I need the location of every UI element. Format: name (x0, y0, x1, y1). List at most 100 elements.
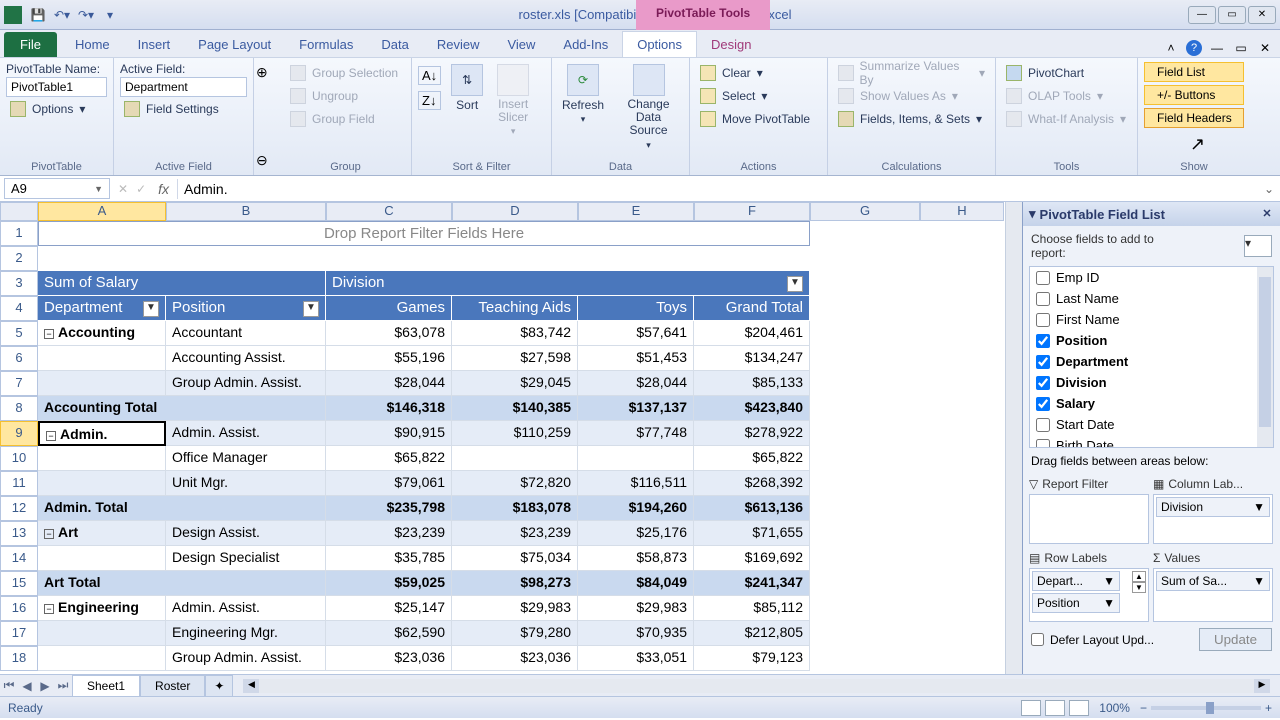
cell[interactable]: $83,742 (452, 321, 578, 346)
cell[interactable]: $116,511 (578, 471, 694, 496)
cancel-formula-icon[interactable]: ✕ (114, 182, 132, 196)
tab-data[interactable]: Data (367, 32, 422, 57)
cell[interactable]: $98,273 (452, 571, 578, 596)
cell[interactable]: $183,078 (452, 496, 578, 521)
field-checkbox[interactable] (1036, 313, 1050, 327)
row-header[interactable]: 17 (0, 621, 38, 646)
tab-options[interactable]: Options (622, 31, 697, 57)
horizontal-scrollbar[interactable]: ◀▶ (243, 679, 1270, 693)
tab-home[interactable]: Home (61, 32, 124, 57)
field-checkbox[interactable] (1036, 376, 1050, 390)
cell[interactable]: $79,061 (326, 471, 452, 496)
department-filter-icon[interactable]: ▼ (143, 301, 159, 317)
whatif-button[interactable]: What-If Analysis ▾ (1002, 108, 1131, 130)
cell[interactable]: $71,655 (694, 521, 810, 546)
field-item[interactable]: Division (1030, 372, 1273, 393)
row-header[interactable]: 14 (0, 546, 38, 571)
normal-view-button[interactable] (1021, 700, 1041, 716)
inner-minimize-icon[interactable]: — (1208, 39, 1226, 57)
collapse-icon[interactable]: − (44, 329, 54, 339)
cell[interactable]: $146,318 (326, 396, 452, 421)
field-settings-button[interactable]: Field Settings (120, 98, 247, 120)
cell[interactable] (38, 646, 166, 671)
field-item[interactable]: Start Date (1030, 414, 1273, 435)
cell[interactable]: $423,840 (694, 396, 810, 421)
cell[interactable]: $28,044 (578, 371, 694, 396)
field-checkbox[interactable] (1036, 439, 1050, 449)
collapse-icon[interactable]: − (46, 431, 56, 441)
sheet-nav-next[interactable]: ▶ (36, 679, 54, 693)
row-header[interactable]: 11 (0, 471, 38, 496)
cell[interactable]: $59,025 (326, 571, 452, 596)
sheet-tab-sheet1[interactable]: Sheet1 (72, 675, 140, 697)
tab-design[interactable]: Design (697, 32, 765, 57)
column-label[interactable]: Teaching Aids (452, 296, 578, 321)
cell[interactable]: $70,935 (578, 621, 694, 646)
cell[interactable]: Design Assist. (166, 521, 326, 546)
cell[interactable]: $33,051 (578, 646, 694, 671)
page-break-view-button[interactable] (1069, 700, 1089, 716)
subtotal-row[interactable]: Accounting Total (38, 396, 326, 421)
minimize-ribbon-icon[interactable]: ˄ (1162, 39, 1180, 57)
cell[interactable]: $241,347 (694, 571, 810, 596)
sort-desc-icon[interactable]: Z↓ (418, 91, 441, 110)
formula-bar[interactable]: Admin. (177, 179, 1258, 199)
cell[interactable] (452, 446, 578, 471)
column-header[interactable]: C (326, 202, 452, 221)
cell[interactable]: $63,078 (326, 321, 452, 346)
tab-file[interactable]: File (4, 32, 57, 57)
sheet-nav-first[interactable]: ⏮ (0, 678, 18, 693)
cell[interactable]: $55,196 (326, 346, 452, 371)
cell[interactable] (38, 546, 166, 571)
cell[interactable]: $137,137 (578, 396, 694, 421)
fx-icon[interactable]: fx (150, 181, 177, 197)
minimize-button[interactable]: — (1188, 6, 1216, 24)
sheet-nav-last[interactable]: ⏭ (54, 678, 72, 693)
pivotchart-button[interactable]: PivotChart (1002, 62, 1131, 84)
subtotal-row[interactable]: Admin. Total (38, 496, 326, 521)
field-checkbox[interactable] (1036, 418, 1050, 432)
active-field-input[interactable] (120, 77, 247, 97)
cell[interactable]: Accounting Assist. (166, 346, 326, 371)
row-header[interactable]: 1 (0, 221, 38, 246)
cell[interactable]: $75,034 (452, 546, 578, 571)
field-checkbox[interactable] (1036, 355, 1050, 369)
chip-division[interactable]: Division▼ (1156, 497, 1270, 517)
cell[interactable]: Group Admin. Assist. (166, 371, 326, 396)
cell[interactable] (38, 621, 166, 646)
cell[interactable]: $25,176 (578, 521, 694, 546)
cell[interactable]: $51,453 (578, 346, 694, 371)
row-header[interactable]: 9 (0, 421, 38, 446)
redo-icon[interactable]: ↷▾ (76, 5, 96, 25)
cell[interactable]: $28,044 (326, 371, 452, 396)
zoom-level[interactable]: 100% (1099, 701, 1130, 715)
field-checkbox[interactable] (1036, 397, 1050, 411)
report-filter-dropzone-cell[interactable]: Drop Report Filter Fields Here (38, 221, 810, 246)
collapse-field-icon[interactable]: ⊖ (256, 152, 278, 169)
fieldlist-close-icon[interactable]: ✕ (1260, 207, 1274, 221)
cell[interactable]: $23,036 (326, 646, 452, 671)
row-header[interactable]: 5 (0, 321, 38, 346)
field-item[interactable]: First Name (1030, 309, 1273, 330)
column-header[interactable]: B (166, 202, 326, 221)
cell[interactable]: $613,136 (694, 496, 810, 521)
expand-field-icon[interactable]: ⊕ (256, 64, 278, 81)
cell[interactable]: $58,873 (578, 546, 694, 571)
field-item[interactable]: Birth Date (1030, 435, 1273, 448)
cell[interactable]: $204,461 (694, 321, 810, 346)
cell[interactable]: $85,112 (694, 596, 810, 621)
column-header[interactable]: D (452, 202, 578, 221)
cell[interactable]: $29,983 (452, 596, 578, 621)
field-headers-toggle[interactable]: Field Headers (1144, 108, 1244, 128)
row-header[interactable]: 2 (0, 246, 38, 271)
spreadsheet-grid[interactable]: ABCDEFGH123456789101112131415161718Drop … (0, 202, 1005, 674)
cell[interactable]: Design Specialist (166, 546, 326, 571)
chip-department[interactable]: Depart...▼ (1032, 571, 1120, 591)
update-button[interactable]: Update (1199, 628, 1272, 651)
inner-close-icon[interactable]: ✕ (1256, 39, 1274, 57)
page-layout-view-button[interactable] (1045, 700, 1065, 716)
position-filter-icon[interactable]: ▼ (303, 301, 319, 317)
row-labels-dropzone[interactable]: Depart...▼ Position▼ ▲▼ (1029, 568, 1149, 622)
sort-button[interactable]: ⇅Sort (447, 62, 487, 114)
group-field-button[interactable]: Group Field (286, 108, 405, 130)
